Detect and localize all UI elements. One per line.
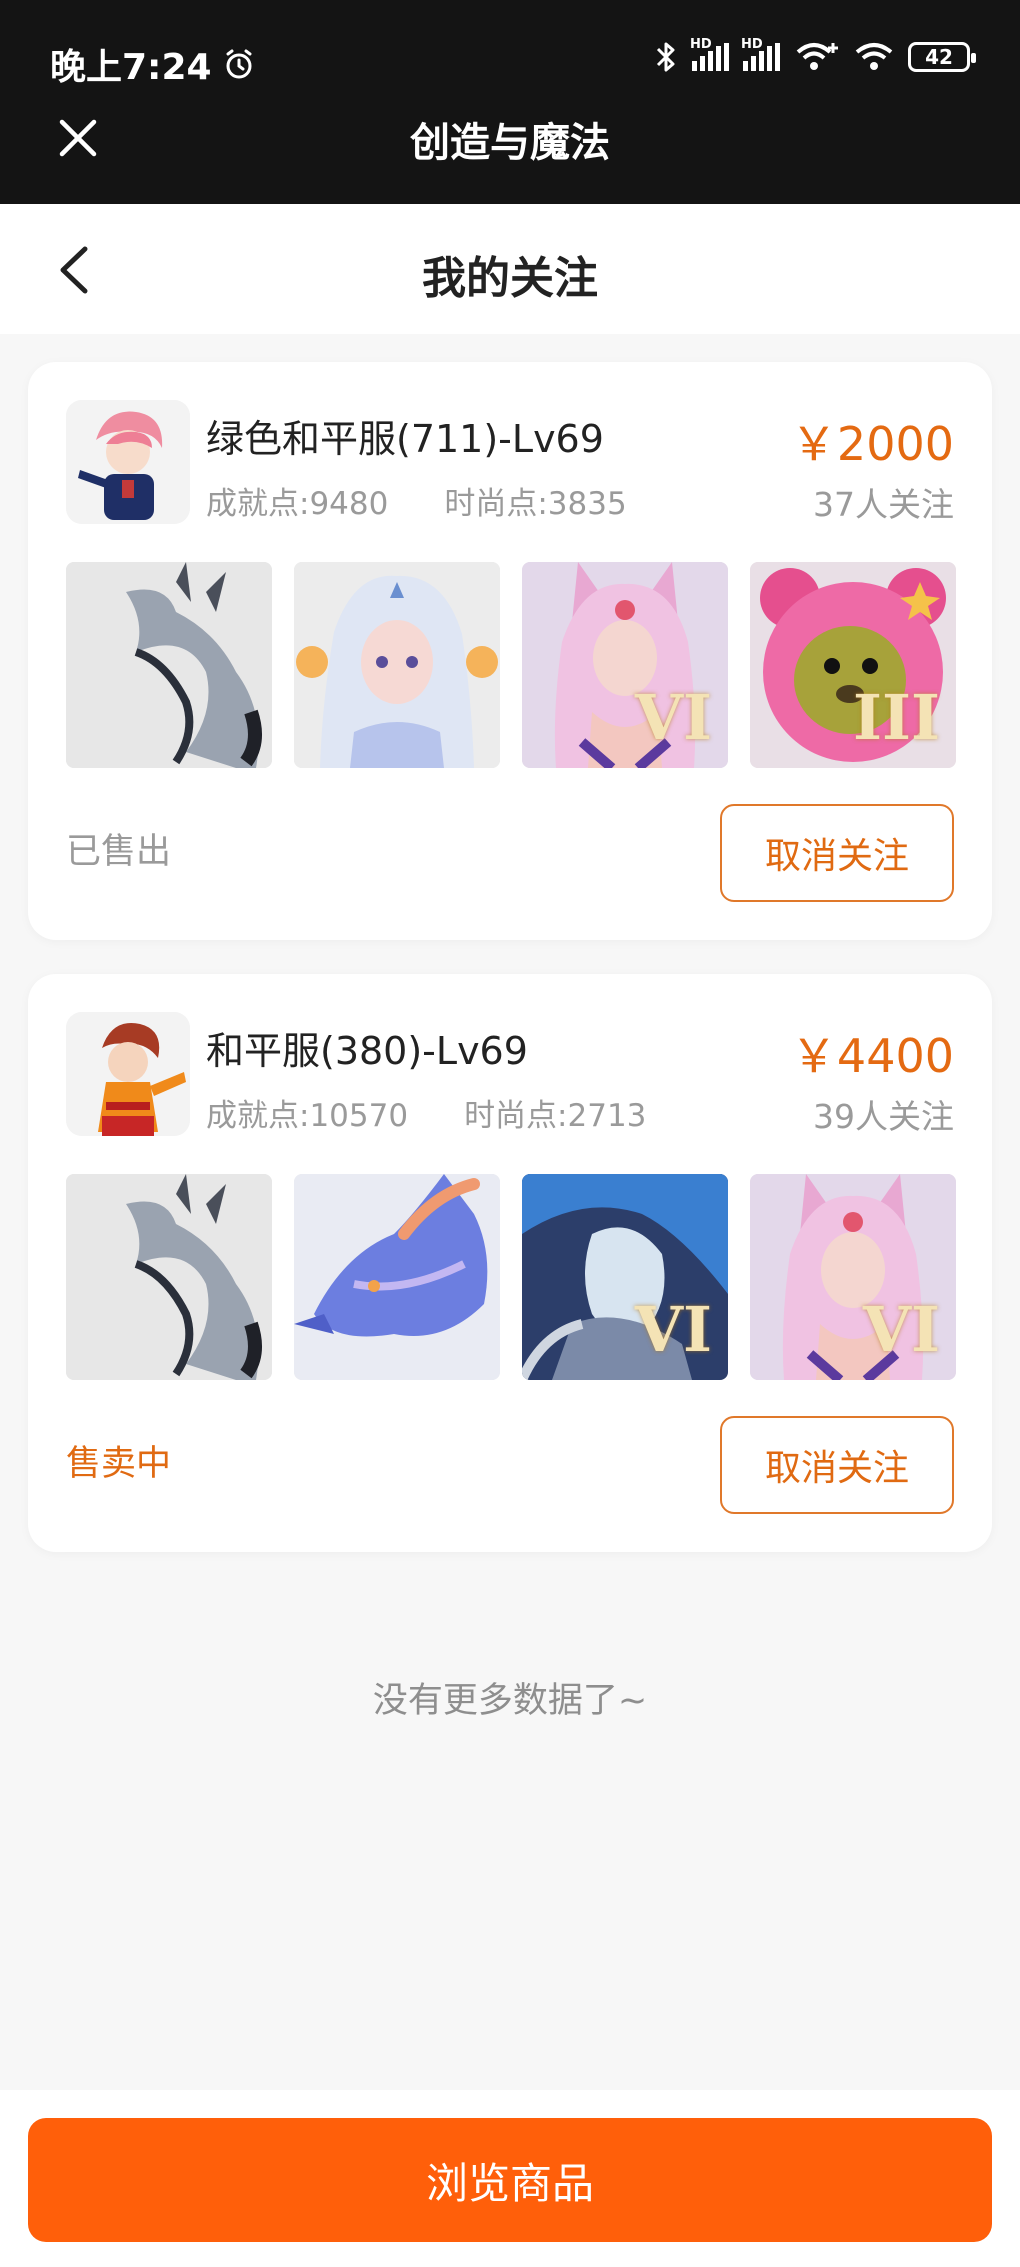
wifi-plus-icon: [796, 43, 838, 70]
unfollow-button[interactable]: 取消关注: [720, 1416, 954, 1514]
listing-price: ￥2000: [790, 417, 954, 471]
browse-products-button[interactable]: 浏览商品: [28, 2118, 992, 2242]
battery-icon: 42: [908, 42, 976, 72]
follower-count: 39人关注: [813, 1097, 954, 1136]
sale-status: 已售出: [66, 832, 172, 872]
signal-2-icon: HD: [741, 37, 780, 71]
sale-status: 售卖中: [66, 1444, 172, 1484]
item-thumbnails: VI VI: [66, 1174, 956, 1380]
page-title: 我的关注: [422, 253, 598, 304]
listing-title: 绿色和平服(711)-Lv69: [206, 417, 604, 461]
pink-fox-girl-icon[interactable]: VI: [750, 1174, 956, 1380]
rank-badge: VI: [862, 1293, 940, 1366]
ice-dragon-rider-icon[interactable]: VI: [522, 1174, 728, 1380]
pink-fox-girl-icon[interactable]: VI: [522, 562, 728, 768]
listing-card[interactable]: 绿色和平服(711)-Lv69 成就点:9480 时尚点:3835 ￥2000 …: [28, 362, 992, 940]
alarm-icon: [226, 49, 252, 79]
white-hair-girl-icon[interactable]: [294, 562, 500, 768]
top-bar: 晚上7:24 HD HD 42 创造与魔法: [0, 0, 1020, 204]
app-title: 创造与魔法: [410, 120, 610, 166]
pink-bear-costume-icon[interactable]: III: [750, 562, 956, 768]
achievement-points: 成就点:9480: [206, 486, 389, 522]
fashion-points: 时尚点:2713: [464, 1098, 647, 1134]
status-icons: HD HD 42: [654, 37, 976, 74]
listing-stats: 成就点:9480 时尚点:3835: [206, 478, 627, 523]
status-time-text: 晚上7:24: [50, 47, 212, 88]
page-header: 我的关注: [0, 204, 1020, 334]
silver-dragon-mount-icon[interactable]: [66, 562, 272, 768]
wifi-icon: [855, 43, 893, 70]
bluetooth-icon: [656, 42, 675, 72]
rank-badge: VI: [634, 681, 712, 754]
battery-level: 42: [925, 45, 953, 69]
blue-dragon-head-icon[interactable]: [294, 1174, 500, 1380]
rank-badge: III: [852, 681, 940, 754]
silver-dragon-mount-icon[interactable]: [66, 1174, 272, 1380]
rank-badge: VI: [634, 1293, 712, 1366]
follower-count: 37人关注: [813, 485, 954, 524]
achievement-points: 成就点:10570: [206, 1098, 409, 1134]
listing-title: 和平服(380)-Lv69: [206, 1029, 528, 1073]
end-of-list-note: 没有更多数据了~: [372, 1681, 648, 1721]
hd-label-2: HD: [741, 37, 763, 52]
avatar: [66, 400, 190, 524]
bottom-bar: 浏览商品: [0, 2090, 1020, 2267]
status-time: 晚上7:24: [50, 38, 256, 90]
avatar: [66, 1012, 190, 1136]
listing-card[interactable]: 和平服(380)-Lv69 成就点:10570 时尚点:2713 ￥4400 3…: [28, 974, 992, 1552]
hd-label-1: HD: [690, 37, 712, 52]
listing-stats: 成就点:10570 时尚点:2713: [206, 1090, 646, 1135]
fashion-points: 时尚点:3835: [444, 486, 627, 522]
signal-1-icon: HD: [690, 37, 729, 71]
unfollow-button[interactable]: 取消关注: [720, 804, 954, 902]
item-thumbnails: VI III: [66, 562, 956, 768]
listing-price: ￥4400: [790, 1029, 954, 1083]
